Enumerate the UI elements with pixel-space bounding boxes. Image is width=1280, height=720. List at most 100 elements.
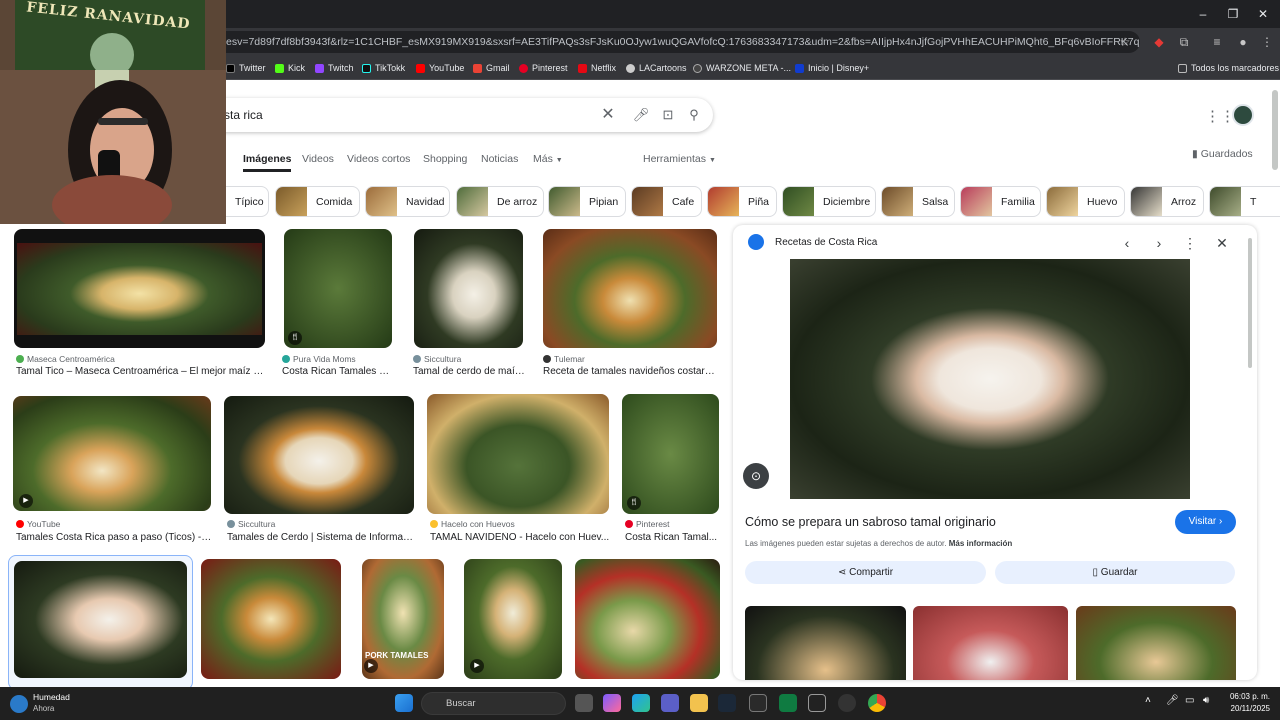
tools-dropdown[interactable]: Herramientas ▼	[643, 150, 716, 172]
saved-link[interactable]: ▮ Guardados	[1192, 148, 1253, 160]
related-image[interactable]	[913, 606, 1068, 680]
clock-date[interactable]: 20/11/2025	[1220, 704, 1270, 713]
search-icon[interactable]: ⚲	[685, 106, 703, 124]
browser-menu-icon[interactable]: ⋮	[1258, 33, 1276, 51]
result-image[interactable]: ▶	[13, 396, 211, 511]
bookmark-kick[interactable]: Kick	[275, 56, 305, 80]
bookmark-twitch[interactable]: Twitch	[315, 56, 354, 80]
all-bookmarks-folder[interactable]: Todos los marcadores	[1178, 56, 1279, 80]
tab-more[interactable]: Más ▼	[533, 150, 563, 172]
save-button[interactable]: ▯ Guardar	[995, 561, 1235, 584]
windows-start-icon[interactable]	[395, 694, 413, 712]
result-image[interactable]: PORK TAMALES ▶	[362, 559, 444, 679]
result-image[interactable]: ▶	[464, 559, 562, 679]
result-title[interactable]: Tamal Tico – Maseca Centroamérica – El m…	[16, 366, 266, 377]
bookmark-twitter[interactable]: Twitter	[226, 56, 266, 80]
close-icon[interactable]: ✕	[1213, 234, 1231, 252]
result-image[interactable]	[14, 561, 187, 678]
result-source[interactable]: YouTube	[16, 519, 60, 529]
panel-site-name[interactable]: Recetas de Costa Rica	[775, 237, 877, 248]
chip-familia[interactable]: Familia	[960, 186, 1041, 217]
result-image[interactable]	[427, 394, 609, 514]
more-info-link[interactable]: Más información	[949, 539, 1013, 548]
result-source[interactable]: Pinterest	[625, 519, 670, 529]
result-title[interactable]: Tamal de cerdo de maíz...	[413, 366, 525, 377]
chip-arroz[interactable]: Arroz	[1130, 186, 1204, 217]
result-image[interactable]	[575, 559, 720, 679]
result-source[interactable]: Siccultura	[413, 354, 461, 364]
bookmark-youtube[interactable]: YouTube	[416, 56, 464, 80]
chip-de-arroz[interactable]: De arroz	[456, 186, 544, 217]
profile-icon[interactable]: ●	[1234, 33, 1252, 51]
restore-button[interactable]: ❐	[1223, 4, 1243, 24]
result-title[interactable]: TAMAL NAVIDEÑO - Hacelo con Huev...	[430, 532, 610, 543]
result-source[interactable]: Hacelo con Huevos	[430, 519, 515, 529]
microphone-icon[interactable]: 🎤︎	[632, 106, 650, 124]
extensions-puzzle-icon[interactable]: ⧉	[1175, 33, 1193, 51]
avatar[interactable]	[1232, 104, 1254, 126]
chip-t[interactable]: T	[1209, 186, 1280, 217]
panel-scrollbar[interactable]	[1248, 238, 1252, 368]
tab-images[interactable]: Imágenes	[243, 150, 292, 172]
obs-icon[interactable]	[838, 694, 856, 712]
tab-search-icon[interactable]: ≡	[1208, 33, 1226, 51]
bookmark-pinterest[interactable]: Pinterest	[519, 56, 568, 80]
search-input[interactable]: sta rica	[224, 98, 263, 132]
chip-comida[interactable]: Comida	[275, 186, 360, 217]
clear-icon[interactable]: ✕	[599, 106, 617, 124]
visit-button[interactable]: Visitar ›	[1175, 510, 1236, 534]
tab-videos[interactable]: Videos	[302, 150, 334, 172]
chip-tipico[interactable]: Típico	[226, 186, 269, 217]
related-image[interactable]	[745, 606, 906, 680]
chip-diciembre[interactable]: Diciembre	[782, 186, 876, 217]
result-source[interactable]: Siccultura	[227, 519, 275, 529]
tab-short-videos[interactable]: Videos cortos	[347, 150, 410, 172]
share-button[interactable]: ⋖ Compartir	[745, 561, 986, 584]
copilot-icon[interactable]	[603, 694, 621, 712]
task-view-icon[interactable]	[575, 694, 593, 712]
bookmark-warzone[interactable]: WARZONE META -...	[693, 56, 791, 80]
bookmark-tiktok[interactable]: TikTokk	[362, 56, 405, 80]
steam-icon[interactable]	[718, 694, 736, 712]
capcut-icon[interactable]	[808, 694, 826, 712]
result-title[interactable]: Tamales de Cerdo | Sistema de Informac..…	[227, 532, 415, 543]
chip-cafe[interactable]: Cafe	[631, 186, 702, 217]
lens-search-icon[interactable]: ⊙	[743, 463, 769, 489]
result-source[interactable]: Pura Vida Moms	[282, 354, 356, 364]
result-title[interactable]: Receta de tamales navideños costarri...	[543, 366, 718, 377]
teams-icon[interactable]	[661, 694, 679, 712]
lens-icon[interactable]: ⊡	[659, 106, 677, 124]
more-options-icon[interactable]: ⋮	[1181, 234, 1199, 252]
result-image[interactable]: 🍴︎	[622, 394, 719, 514]
page-scrollbar[interactable]	[1272, 90, 1278, 170]
chip-navidad[interactable]: Navidad	[365, 186, 450, 217]
microphone-icon[interactable]: 🎤︎	[1166, 695, 1179, 706]
chrome-icon[interactable]	[868, 694, 886, 712]
chip-huevo[interactable]: Huevo	[1046, 186, 1125, 217]
result-image[interactable]	[14, 229, 265, 348]
chip-pipian[interactable]: Pipian	[548, 186, 626, 217]
minimize-button[interactable]: –	[1193, 4, 1213, 24]
weather-title[interactable]: Humedad	[33, 692, 70, 702]
taskbar-search[interactable]: Buscar	[421, 692, 566, 715]
tab-news[interactable]: Noticias	[481, 150, 518, 172]
result-image[interactable]	[543, 229, 717, 348]
bookmark-star-icon[interactable]: ☆	[1116, 33, 1134, 51]
result-image[interactable]	[224, 396, 414, 514]
chip-salsa[interactable]: Salsa	[881, 186, 955, 217]
result-source[interactable]: Maseca Centroamérica	[16, 354, 115, 364]
previous-icon[interactable]: ‹	[1118, 234, 1136, 252]
result-image[interactable]	[414, 229, 523, 348]
bookmark-gmail[interactable]: Gmail	[473, 56, 510, 80]
xbox-icon[interactable]	[779, 694, 797, 712]
bookmark-disney[interactable]: Inicio | Disney+	[795, 56, 869, 80]
bookmark-lacartoons[interactable]: LACartoons	[626, 56, 687, 80]
chevron-up-icon[interactable]: ˄	[1145, 695, 1151, 706]
next-icon[interactable]: ›	[1150, 234, 1168, 252]
result-title[interactable]: Costa Rican Tamales R...	[282, 366, 394, 377]
volume-icon[interactable]: 🔊︎	[1203, 695, 1209, 706]
panel-title[interactable]: Cómo se prepara un sabroso tamal origina…	[745, 515, 996, 529]
extension-icon[interactable]: ◆	[1150, 33, 1168, 51]
bookmark-netflix[interactable]: Netflix	[578, 56, 616, 80]
result-image[interactable]: 🍴︎	[284, 229, 392, 348]
